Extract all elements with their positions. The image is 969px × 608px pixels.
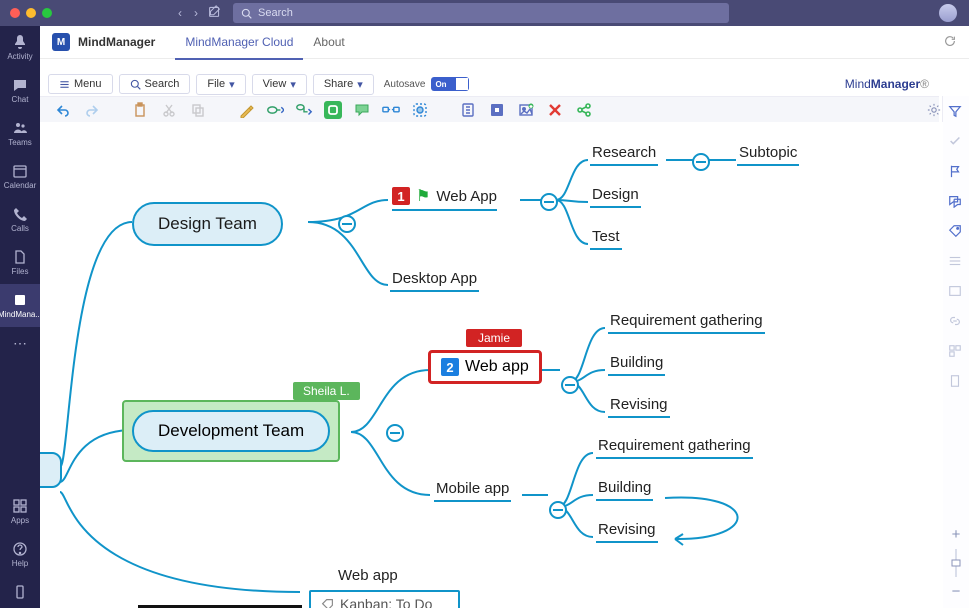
rail-calendar[interactable]: Calendar	[0, 155, 40, 198]
panel-icon-4[interactable]	[948, 374, 964, 390]
panel-link-icon[interactable]	[948, 314, 964, 330]
search-placeholder: Search	[258, 7, 293, 19]
copy-icon[interactable]	[189, 101, 207, 119]
menu-view-button[interactable]: View▾	[252, 74, 307, 95]
autosave-toggle[interactable]: Autosave On	[384, 77, 470, 91]
rail-activity[interactable]: Activity	[0, 26, 40, 69]
format-painter-icon[interactable]	[237, 101, 255, 119]
rail-device-icon[interactable]	[0, 576, 40, 608]
node-web-app-2[interactable]: 2 Web app	[428, 350, 542, 384]
node-req-1[interactable]: Requirement gathering	[608, 312, 765, 334]
delete-icon[interactable]	[546, 101, 564, 119]
zoom-slider[interactable]	[951, 549, 961, 577]
node-revising-1[interactable]: Revising	[608, 396, 670, 418]
tag-panel-icon[interactable]	[948, 224, 964, 240]
paste-icon[interactable]	[131, 101, 149, 119]
redo-icon[interactable]	[83, 101, 101, 119]
global-search-input[interactable]: Search	[233, 3, 729, 23]
image-icon[interactable]	[517, 101, 535, 119]
zoom-in-button[interactable]: +	[952, 526, 961, 543]
node-development-team[interactable]: Development Team	[122, 400, 340, 462]
add-topic-icon[interactable]	[266, 101, 284, 119]
menu-share-button[interactable]: Share▾	[313, 74, 374, 95]
nav-forward-icon[interactable]: ›	[194, 6, 198, 20]
settings-icon[interactable]	[925, 101, 943, 119]
nav-back-icon[interactable]: ‹	[178, 6, 182, 20]
node-req-2[interactable]: Requirement gathering	[596, 437, 753, 459]
cut-icon[interactable]	[160, 101, 178, 119]
panel-icon-2[interactable]	[948, 284, 964, 300]
app-header: M MindManager MindManager Cloud About	[40, 26, 969, 59]
window-controls[interactable]	[10, 8, 52, 18]
rail-mindmanager[interactable]: MindMana...	[0, 284, 40, 327]
node-design[interactable]: Design	[590, 186, 641, 208]
add-boundary-icon[interactable]	[411, 101, 429, 119]
check-icon[interactable]	[948, 134, 964, 150]
add-relationship-icon[interactable]	[382, 101, 400, 119]
node-design-team[interactable]: Design Team	[132, 202, 283, 246]
collapse-mobile[interactable]	[549, 501, 567, 519]
node-building-2[interactable]: Building	[596, 479, 653, 501]
add-sibling-icon[interactable]	[324, 101, 342, 119]
tab-cloud[interactable]: MindManager Cloud	[175, 26, 303, 60]
mindmap-canvas[interactable]: Design Team 1 ⚑ Web App Research Design …	[40, 122, 943, 608]
panel-icon-3[interactable]	[948, 344, 964, 360]
rail-apps[interactable]: Apps	[0, 490, 40, 533]
rail-calls[interactable]: Calls	[0, 198, 40, 241]
rail-help[interactable]: Help	[0, 533, 40, 576]
rail-teams[interactable]: Teams	[0, 112, 40, 155]
undo-icon[interactable]	[54, 101, 72, 119]
node-desktop-app[interactable]: Desktop App	[390, 270, 479, 292]
node-web-app-3[interactable]: Web app	[338, 567, 398, 584]
node-revising-2[interactable]: Revising	[596, 521, 658, 543]
node-subtopic[interactable]: Subtopic	[737, 144, 799, 166]
window-titlebar: ‹ › Search	[0, 0, 969, 26]
menu-file-button[interactable]: File▾	[196, 74, 245, 95]
node-web-app-1[interactable]: 1 ⚑ Web App	[392, 186, 497, 211]
rail-more[interactable]: ⋯	[0, 327, 40, 360]
toolbar-ribbon	[40, 96, 939, 124]
node-building-1[interactable]: Building	[608, 354, 665, 376]
filter-icon[interactable]	[948, 104, 964, 120]
share-icon[interactable]	[575, 101, 593, 119]
link-icon[interactable]	[488, 101, 506, 119]
rail-chat[interactable]: Chat	[0, 69, 40, 112]
add-subtopic-icon[interactable]	[295, 101, 313, 119]
priority-2-icon: 2	[441, 358, 459, 376]
add-callout-icon[interactable]	[353, 101, 371, 119]
root-topic[interactable]	[40, 452, 62, 488]
tab-about[interactable]: About	[303, 26, 354, 58]
zoom-out-button[interactable]: −	[952, 583, 961, 600]
side-panel: + −	[942, 96, 969, 608]
menu-button[interactable]: Menu	[48, 74, 113, 94]
refresh-icon[interactable]	[943, 34, 957, 51]
coedit-badge-jamie: Jamie	[466, 329, 522, 347]
menu-bar: Menu Search File▾ View▾ Share▾ Autosave …	[40, 72, 969, 96]
node-research[interactable]: Research	[590, 144, 658, 166]
node-kanban[interactable]: Kanban: To Do	[309, 590, 460, 608]
flag-icon: ⚑	[416, 186, 430, 206]
panel-icon-1[interactable]	[948, 254, 964, 270]
collapse-webapp2[interactable]	[561, 376, 579, 394]
coedit-badge-sheila: Sheila L.	[293, 382, 360, 400]
rail-files[interactable]: Files	[0, 241, 40, 284]
menu-search-button[interactable]: Search	[119, 74, 191, 94]
node-mobile-app[interactable]: Mobile app	[434, 480, 511, 502]
app-name: MindManager	[78, 35, 155, 49]
teams-rail: Activity Chat Teams Calendar Calls Files…	[0, 26, 40, 608]
collapse-research[interactable]	[692, 153, 710, 171]
collapse-design-team[interactable]	[338, 215, 356, 233]
user-avatar[interactable]	[939, 4, 957, 22]
priority-1-icon: 1	[392, 187, 410, 205]
compose-icon[interactable]	[208, 5, 221, 21]
comments-icon[interactable]	[948, 194, 964, 210]
brand-label: MindManager®	[845, 77, 929, 91]
flag-panel-icon[interactable]	[948, 164, 964, 180]
node-test[interactable]: Test	[590, 228, 622, 250]
collapse-development[interactable]	[386, 424, 404, 442]
collapse-webapp1[interactable]	[540, 193, 558, 211]
mindmanager-logo-icon: M	[52, 33, 70, 51]
attach-icon[interactable]	[459, 101, 477, 119]
